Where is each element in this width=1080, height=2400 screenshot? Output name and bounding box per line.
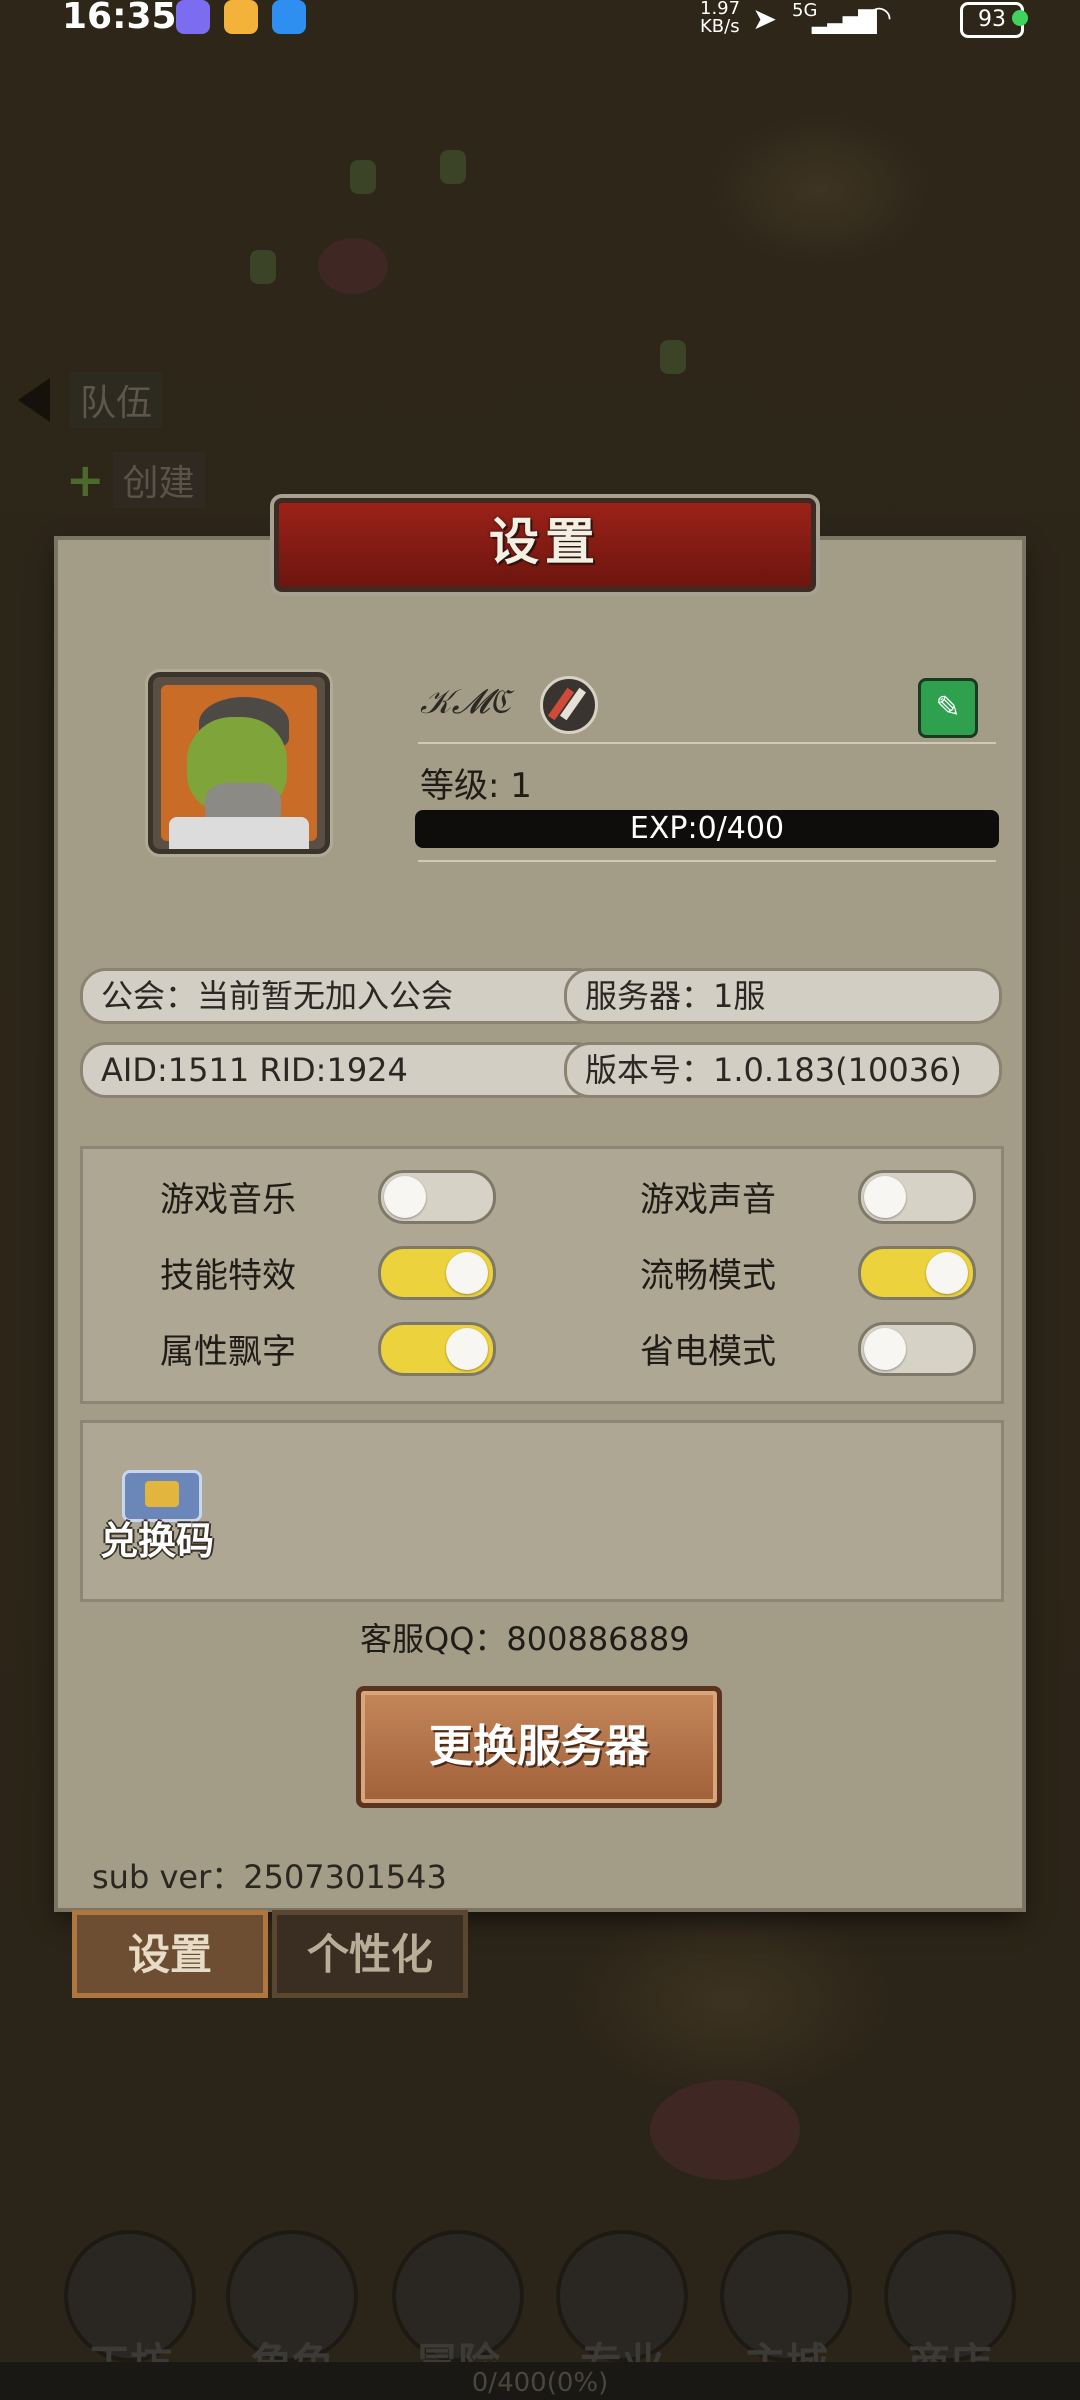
toggle-label-floating-text: 属性飘字 (160, 1332, 296, 1372)
exp-text: EXP:0/400 (629, 811, 785, 846)
divider (418, 742, 996, 744)
class-badge-icon (540, 676, 598, 734)
pencil-icon: ✎ (935, 690, 961, 725)
experience-progress-text: 0/400(0%) (471, 2368, 609, 2398)
nav-profession[interactable]: 专业 (552, 2230, 692, 2388)
tent-decoration (650, 2080, 800, 2180)
chat-app-icon (176, 0, 210, 34)
version-info: 版本号：1.0.183(10036) (564, 1042, 1002, 1098)
toggle-power-saving[interactable] (858, 1322, 976, 1376)
flight-app-icon (272, 0, 306, 34)
server-info: 服务器：1服 (564, 968, 1002, 1024)
account-ids: AID:1511 RID:1924 (80, 1042, 602, 1098)
toggle-label-skill-effects: 技能特效 (160, 1256, 296, 1296)
cactus-decoration (250, 250, 276, 284)
bush-decoration (660, 340, 686, 374)
player-name: 𝒦𝓜ℭ (420, 682, 511, 722)
nav-shop[interactable]: 商店 (880, 2230, 1020, 2388)
extras-box (80, 1420, 1004, 1602)
toggle-floating-text[interactable] (378, 1322, 496, 1376)
toggle-smooth-mode[interactable] (858, 1246, 976, 1300)
toggle-label-power-saving: 省电模式 (640, 1332, 776, 1372)
toggle-music[interactable] (378, 1170, 496, 1224)
tab-settings[interactable]: 设置 (72, 1910, 268, 1998)
player-level: 等级: 1 (420, 766, 532, 806)
support-qq: 客服QQ：800886889 (360, 1620, 690, 1658)
toggle-label-smooth-mode: 流畅模式 (640, 1256, 776, 1296)
cactus-decoration (350, 160, 376, 194)
team-tab[interactable]: 队伍 (18, 372, 163, 428)
create-label: 创建 (112, 452, 205, 508)
status-bar: 16:35 1.97 KB/s ➤ 5G ▂▃▅▇ ◠ 93 (0, 0, 1080, 44)
nav-main-city[interactable]: 主城 (716, 2230, 856, 2388)
nav-adventure[interactable]: 冒险 (388, 2230, 528, 2388)
panel-title: 设置 (489, 513, 601, 571)
orc-armor (169, 817, 309, 849)
nav-character[interactable]: 角色 (222, 2230, 362, 2388)
network-speed: 1.97 KB/s (700, 0, 740, 36)
team-label: 队伍 (70, 372, 163, 428)
cactus-decoration (440, 150, 466, 184)
toggle-label-sound: 游戏声音 (640, 1180, 776, 1220)
net-speed-unit: KB/s (700, 16, 740, 37)
create-team-button[interactable]: + 创建 (66, 452, 205, 508)
player-avatar[interactable] (148, 672, 330, 854)
divider (418, 860, 996, 862)
toggle-sound[interactable] (858, 1170, 976, 1224)
signal-icon: ▂▃▅▇ (812, 6, 877, 34)
plus-icon: + (66, 453, 105, 507)
change-server-button[interactable]: 更换服务器 (356, 1686, 722, 1808)
privacy-dot-icon (1012, 10, 1028, 26)
wifi-icon: ◠ (866, 0, 893, 35)
toggle-label-music: 游戏音乐 (160, 1180, 296, 1220)
toggle-skill-effects[interactable] (378, 1246, 496, 1300)
clock: 16:35 (62, 0, 177, 37)
nav-workshop[interactable]: 工坊 (60, 2230, 200, 2388)
folder-app-icon (224, 0, 258, 34)
exp-bar: EXP:0/400 (415, 810, 999, 848)
sub-version: sub ver：2507301543 (92, 1858, 447, 1896)
rock-decoration (318, 238, 388, 294)
tab-personalize[interactable]: 个性化 (272, 1910, 468, 1998)
collapse-arrow-icon[interactable] (18, 378, 50, 422)
guild-info: 公会：当前暂无加入公会 (80, 968, 602, 1024)
location-icon: ➤ (752, 2, 778, 37)
edit-name-button[interactable]: ✎ (918, 678, 978, 738)
redeem-code-button[interactable]: 兑换码 (100, 1510, 214, 1565)
